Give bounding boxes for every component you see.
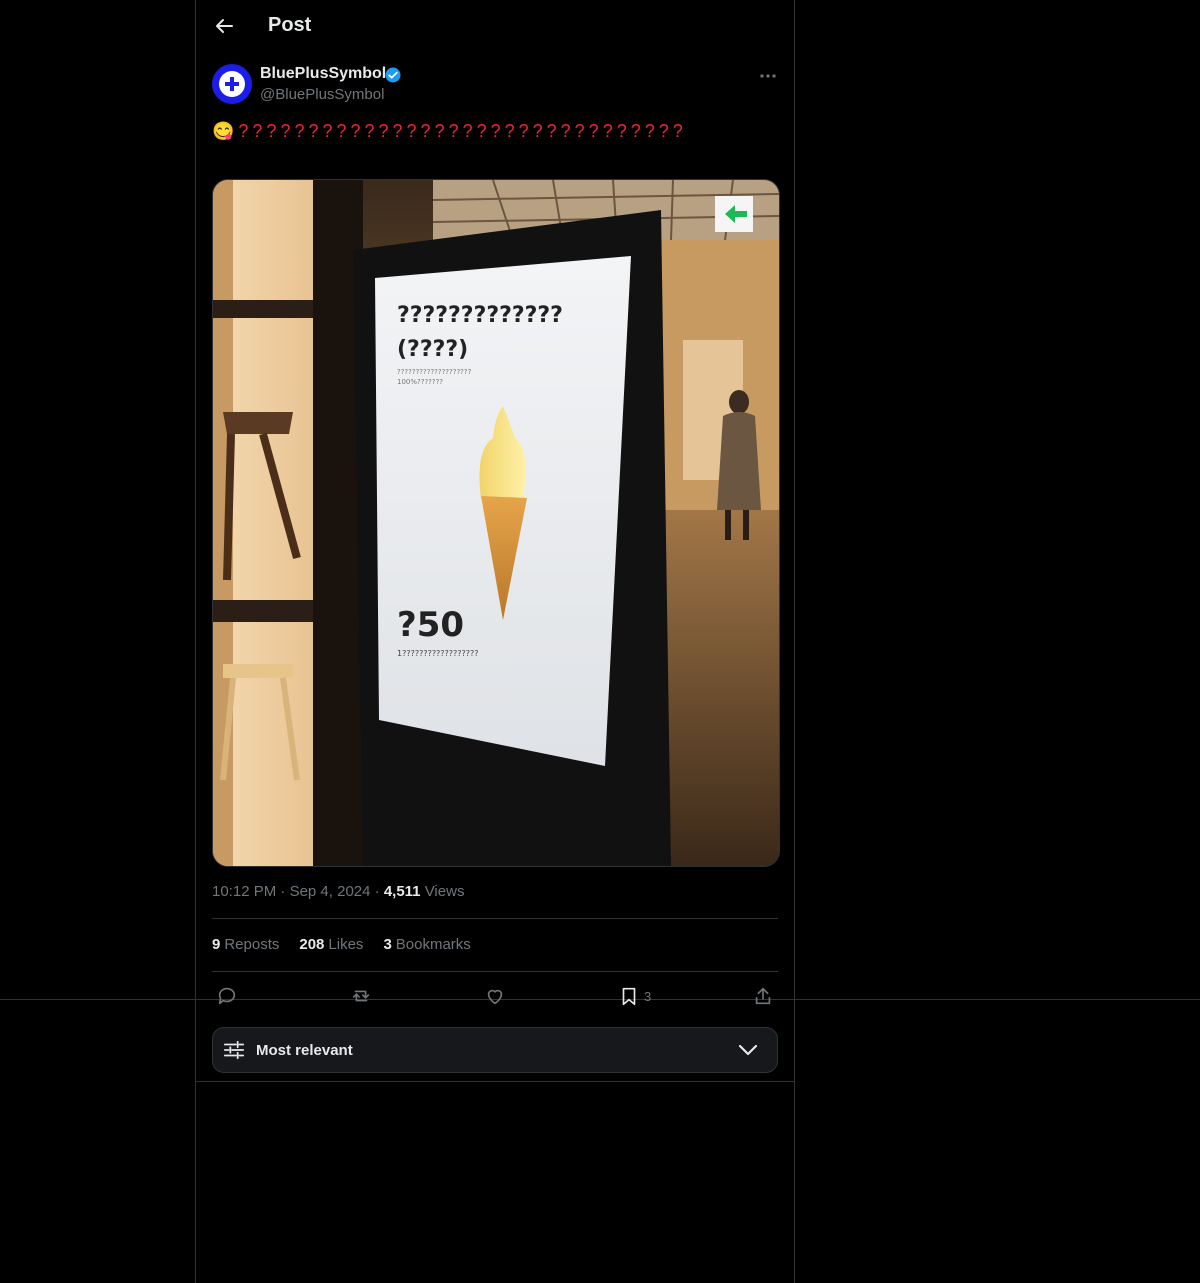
- share-button[interactable]: [752, 984, 774, 1008]
- plus-icon: [225, 77, 239, 91]
- back-button[interactable]: [212, 14, 236, 38]
- post-meta: 10:12 PM · Sep 4, 2024 · 4,511 Views: [212, 883, 465, 900]
- replies-sort-dropdown[interactable]: Most relevant: [212, 1027, 778, 1073]
- avatar[interactable]: [212, 64, 252, 104]
- reply-button[interactable]: [216, 984, 238, 1008]
- top-bar: Post: [196, 0, 794, 54]
- action-bar: 3: [212, 984, 778, 1010]
- post-stats: 9 Reposts 208 Likes 3 Bookmarks: [212, 936, 471, 953]
- repost-button[interactable]: [350, 984, 372, 1008]
- sign-price: ?50: [397, 605, 464, 645]
- post-text: 😋????????????????????????????????: [212, 121, 687, 141]
- bookmark-count: 3: [644, 988, 652, 1004]
- sign-small-text-1: ????????????????????: [397, 368, 472, 376]
- divider: [212, 971, 778, 972]
- sign-heading: ?????????????: [397, 303, 563, 328]
- post-time[interactable]: 10:12 PM: [212, 883, 276, 900]
- sign-footer: 1??????????????????: [397, 649, 479, 658]
- chevron-down-icon: [738, 1044, 758, 1056]
- heart-icon: [487, 989, 503, 1005]
- reply-icon: [218, 987, 236, 1005]
- main-column: Post BluePlusSymbol @BluePlusSymbol 😋???…: [195, 0, 795, 1283]
- post-image[interactable]: ????????????? (????) ???????????????????…: [212, 179, 780, 867]
- sign-subheading: (????): [397, 337, 468, 362]
- like-button[interactable]: [484, 984, 506, 1008]
- bookmark-icon: [622, 987, 636, 1006]
- views-count: 4,511: [383, 883, 421, 900]
- verified-badge-icon: [385, 67, 401, 83]
- page-title: Post: [268, 14, 312, 36]
- more-options-icon[interactable]: [758, 66, 778, 86]
- divider: [196, 1081, 794, 1082]
- divider: [212, 918, 778, 919]
- sliders-icon: [223, 1040, 245, 1060]
- reposts-stat[interactable]: 9 Reposts: [212, 936, 279, 953]
- sign-small-text-2: 100%???????: [397, 378, 443, 386]
- arrow-left-icon: [216, 19, 233, 33]
- post-date[interactable]: Sep 4, 2024: [290, 883, 371, 900]
- author-handle[interactable]: @BluePlusSymbol: [260, 86, 384, 103]
- bookmark-button[interactable]: 3: [618, 984, 651, 1008]
- share-icon: [755, 987, 771, 1005]
- author-name[interactable]: BluePlusSymbol: [260, 65, 386, 83]
- views-label: Views: [424, 883, 465, 900]
- bookmarks-stat[interactable]: 3 Bookmarks: [383, 936, 470, 953]
- repost-icon: [352, 990, 370, 1002]
- ice-cream-sign-photo: ????????????? (????) ???????????????????…: [213, 180, 779, 866]
- likes-stat[interactable]: 208 Likes: [299, 936, 363, 953]
- sort-label: Most relevant: [256, 1042, 353, 1059]
